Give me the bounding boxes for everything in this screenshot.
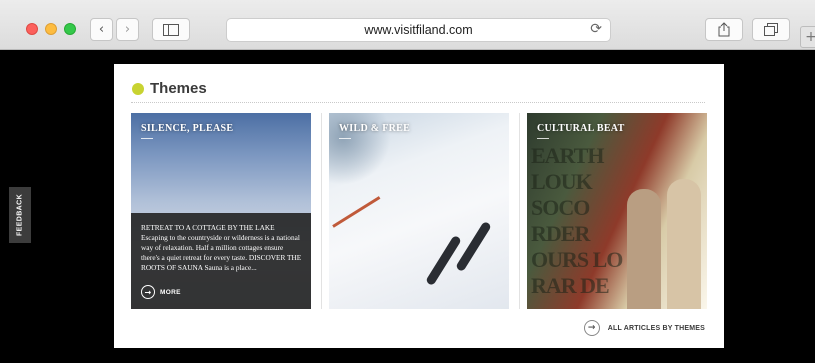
plus-icon: +	[805, 29, 815, 45]
arrow-right-circle-icon: →	[141, 285, 155, 299]
feedback-tab[interactable]: FEEDBACK	[9, 187, 31, 243]
chevron-left-icon: ‹	[98, 22, 105, 37]
all-articles-link[interactable]: → ALL ARTICLES BY THEMES	[583, 320, 705, 336]
theme-card-wild-free[interactable]: WILD & FREE	[329, 113, 509, 309]
theme-card-cultural-beat[interactable]: EARTH LOUK SOCO RDER OURS LO RAR DE CULT…	[527, 113, 707, 309]
card-title-underline	[141, 138, 153, 139]
ski-image	[425, 234, 462, 287]
person-image	[627, 189, 661, 309]
browser-toolbar: ‹ › www.visitfiland.com ⟳ +	[0, 0, 815, 50]
address-bar[interactable]: www.visitfiland.com ⟳	[226, 18, 611, 42]
card-divider	[519, 113, 520, 309]
card-title: SILENCE, PLEASE	[141, 123, 234, 134]
chevron-right-icon: ›	[124, 22, 131, 37]
reload-icon[interactable]: ⟳	[590, 21, 602, 37]
all-articles-label: ALL ARTICLES BY THEMES	[607, 324, 705, 332]
url-text: www.visitfiland.com	[364, 23, 473, 37]
forward-button[interactable]: ›	[116, 18, 139, 41]
tab-overview-button[interactable]	[752, 18, 790, 41]
ski-image	[455, 220, 492, 273]
more-label: MORE	[160, 288, 181, 296]
section-dot-icon	[132, 83, 144, 95]
share-icon	[718, 22, 730, 37]
theme-card-silence[interactable]: SILENCE, PLEASE RETREAT TO A COTTAGE BY …	[131, 113, 311, 309]
card-title-underline	[339, 138, 351, 139]
ski-pole-image	[332, 196, 381, 228]
zoom-window-button[interactable]	[64, 23, 76, 35]
sidebar-icon	[163, 23, 179, 36]
more-link[interactable]: → MORE	[141, 285, 181, 299]
card-description: RETREAT TO A COTTAGE BY THE LAKE Escapin…	[141, 223, 302, 272]
person-image	[667, 179, 701, 309]
card-divider	[321, 113, 322, 309]
card-title: WILD & FREE	[339, 123, 411, 134]
back-button[interactable]: ‹	[90, 18, 113, 41]
themes-panel: Themes SILENCE, PLEASE RETREAT TO A COTT…	[114, 64, 724, 348]
new-tab-button[interactable]: +	[800, 26, 815, 48]
section-title: Themes	[150, 80, 207, 97]
close-window-button[interactable]	[26, 23, 38, 35]
sidebar-toggle-button[interactable]	[152, 18, 190, 41]
arrow-right-circle-icon: →	[583, 320, 600, 336]
graffiti-image: EARTH LOUK SOCO RDER OURS LO RAR DE	[531, 143, 623, 298]
card-title: CULTURAL BEAT	[537, 123, 625, 134]
card-title-underline	[537, 138, 549, 139]
section-divider	[131, 102, 705, 103]
tabs-icon	[764, 23, 778, 36]
feedback-label: FEEDBACK	[16, 193, 24, 237]
card-description-overlay: RETREAT TO A COTTAGE BY THE LAKE Escapin…	[131, 213, 311, 309]
minimize-window-button[interactable]	[45, 23, 57, 35]
share-button[interactable]	[705, 18, 743, 41]
